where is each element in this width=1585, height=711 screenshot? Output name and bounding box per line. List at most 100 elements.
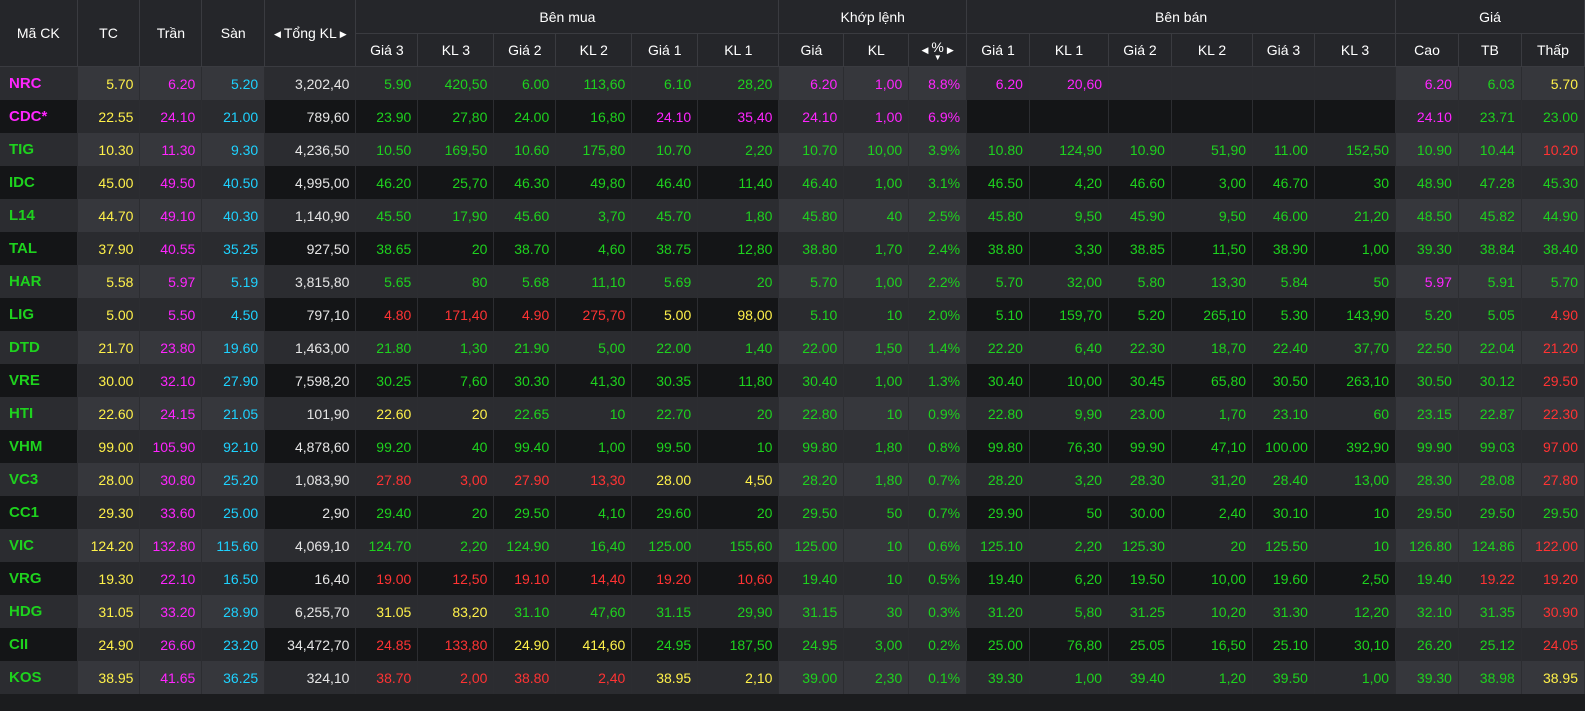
buy-vol-2-cell: 11,10 xyxy=(555,265,633,298)
floor-price-cell: 25.20 xyxy=(201,463,266,496)
table-row[interactable]: VRE 30.00 32.10 27.90 7,598,20 30.25 7,60 30.30… xyxy=(0,364,1585,397)
sort-desc-icon[interactable]: ▼ xyxy=(931,54,943,62)
col-header-price-0[interactable]: Cao xyxy=(1395,33,1459,67)
symbol-cell[interactable]: VRE xyxy=(0,364,78,397)
sell-price-2-cell: 25.05 xyxy=(1108,628,1172,661)
buy-price-1-cell: 38.75 xyxy=(631,232,699,265)
col-header-symbol[interactable]: Mã CK xyxy=(0,0,78,67)
total-vol-cell: 1,140,90 xyxy=(264,199,357,232)
col-header-match-1[interactable]: KL xyxy=(843,33,910,67)
total-vol-cell: 7,598,20 xyxy=(264,364,357,397)
sell-vol-1-cell: 32,00 xyxy=(1029,265,1110,298)
col-header-sell-3[interactable]: KL 2 xyxy=(1171,33,1254,67)
col-header-buy-0[interactable]: Giá 3 xyxy=(355,33,419,67)
table-row[interactable]: HDG 31.05 33.20 28.90 6,255,70 31.05 83,20 31.1… xyxy=(0,595,1585,628)
col-header-sell-5[interactable]: KL 3 xyxy=(1314,33,1397,67)
buy-price-3-cell: 21.80 xyxy=(355,331,419,364)
col-header-ref[interactable]: TC xyxy=(77,0,141,67)
ceil-price-cell: 41.65 xyxy=(139,661,203,694)
symbol-cell[interactable]: TIG xyxy=(0,133,78,166)
symbol-cell[interactable]: NRC xyxy=(0,66,78,100)
symbol-cell[interactable]: HAR xyxy=(0,265,78,298)
table-row[interactable]: HAR 5.58 5.97 5.19 3,815,80 5.65 80 5.68 11,10 5.… xyxy=(0,265,1585,298)
col-header-sell-2[interactable]: Giá 2 xyxy=(1108,33,1172,67)
high-price-cell: 24.10 xyxy=(1395,100,1459,133)
buy-price-2-cell: 6.00 xyxy=(493,66,557,100)
symbol-cell[interactable]: VRG xyxy=(0,562,78,595)
col-header-sell-1[interactable]: KL 1 xyxy=(1029,33,1110,67)
col-header-floor[interactable]: Sàn xyxy=(201,0,266,67)
avg-price-cell: 47.28 xyxy=(1458,166,1522,199)
col-header-price-1[interactable]: TB xyxy=(1458,33,1522,67)
table-row[interactable]: VHM 99.00 105.90 92.10 4,878,60 99.20 40 99.40 1… xyxy=(0,430,1585,463)
table-row[interactable]: VRG 19.30 22.10 16.50 16,40 19.00 12,50 19.10 14… xyxy=(0,562,1585,595)
match-vol-cell: 1,00 xyxy=(843,364,910,397)
table-row[interactable]: TAL 37.90 40.55 35.25 927,50 38.65 20 38.70 4,60… xyxy=(0,232,1585,265)
table-row[interactable]: NRC 5.70 6.20 5.20 3,202,40 5.90 420,50 6.00 113… xyxy=(0,66,1585,100)
table-row[interactable]: DTD 21.70 23.80 19.60 1,463,00 21.80 1,30 21.90… xyxy=(0,331,1585,364)
symbol-cell[interactable]: LIG xyxy=(0,298,78,331)
table-row[interactable]: HTI 22.60 24.15 21.05 101,90 22.60 20 22.65 10 22… xyxy=(0,397,1585,430)
buy-price-3-cell: 45.50 xyxy=(355,199,419,232)
table-row[interactable]: VC3 28.00 30.80 25.20 1,083,90 27.80 3,00 27.90… xyxy=(0,463,1585,496)
high-price-cell: 30.50 xyxy=(1395,364,1459,397)
symbol-cell[interactable]: HTI xyxy=(0,397,78,430)
symbol-cell[interactable]: HDG xyxy=(0,595,78,628)
col-header-sell-4[interactable]: Giá 3 xyxy=(1252,33,1315,67)
col-header-buy-5[interactable]: KL 1 xyxy=(697,33,780,67)
buy-vol-2-cell: 4,60 xyxy=(555,232,633,265)
col-header-ceil[interactable]: Trần xyxy=(139,0,203,67)
pct-left-icon[interactable]: ◀ xyxy=(919,45,932,56)
symbol-cell[interactable]: L14 xyxy=(0,199,78,232)
match-price-cell: 10.70 xyxy=(778,133,845,166)
total-vol-cell: 16,40 xyxy=(264,562,357,595)
col-header-buy-1[interactable]: KL 3 xyxy=(417,33,495,67)
table-row[interactable]: LIG 5.00 5.50 4.50 797,10 4.80 171,40 4.90 275,7… xyxy=(0,298,1585,331)
table-row[interactable]: L14 44.70 49.10 40.30 1,140,90 45.50 17,90 45.6… xyxy=(0,199,1585,232)
buy-vol-3-cell: 2,20 xyxy=(417,529,495,562)
table-row[interactable]: CDC* 22.55 24.10 21.00 789,60 23.90 27,80 24.00… xyxy=(0,100,1585,133)
ceil-price-cell: 132.80 xyxy=(139,529,203,562)
total-vol-cell: 324,10 xyxy=(264,661,357,694)
buy-vol-1-cell: 11,80 xyxy=(697,364,780,397)
ref-price-cell: 99.00 xyxy=(77,430,141,463)
symbol-cell[interactable]: TAL xyxy=(0,232,78,265)
symbol-cell[interactable]: VC3 xyxy=(0,463,78,496)
table-row[interactable]: VIC 124.20 132.80 115.60 4,069,10 124.70 2,20 1… xyxy=(0,529,1585,562)
scroll-right-icon[interactable]: ▶ xyxy=(337,29,350,40)
sell-vol-2-cell: 1,70 xyxy=(1171,397,1254,430)
buy-vol-1-cell: 20 xyxy=(697,265,780,298)
col-header-buy-3[interactable]: KL 2 xyxy=(555,33,633,67)
col-header-sell-0[interactable]: Giá 1 xyxy=(966,33,1030,67)
col-header-total-vol[interactable]: ◀ Tổng KL ▶ xyxy=(264,0,357,67)
buy-vol-3-cell: 420,50 xyxy=(417,66,495,100)
symbol-cell[interactable]: VIC xyxy=(0,529,78,562)
col-header-match-0[interactable]: Giá xyxy=(778,33,845,67)
pct-right-icon[interactable]: ▶ xyxy=(944,45,957,56)
sell-vol-2-cell: 16,50 xyxy=(1171,628,1254,661)
scroll-left-icon[interactable]: ◀ xyxy=(271,29,284,40)
sell-vol-2-cell: 47,10 xyxy=(1171,430,1254,463)
symbol-cell[interactable]: CII xyxy=(0,628,78,661)
symbol-cell[interactable]: KOS xyxy=(0,661,78,694)
table-row[interactable]: CC1 29.30 33.60 25.00 2,90 29.40 20 29.50 4,10 29… xyxy=(0,496,1585,529)
symbol-cell[interactable]: IDC xyxy=(0,166,78,199)
symbol-cell[interactable]: DTD xyxy=(0,331,78,364)
sell-price-1-cell: 99.80 xyxy=(966,430,1030,463)
sell-vol-3-cell: 152,50 xyxy=(1314,133,1397,166)
col-header-buy-4[interactable]: Giá 1 xyxy=(631,33,699,67)
symbol-cell[interactable]: VHM xyxy=(0,430,78,463)
low-price-cell: 5.70 xyxy=(1521,265,1585,298)
col-header-match-2[interactable]: ◀% ▼ ▶ xyxy=(908,33,968,67)
col-header-buy-2[interactable]: Giá 2 xyxy=(493,33,557,67)
table-row[interactable]: TIG 10.30 11.30 9.30 4,236,50 10.50 169,50 10.6… xyxy=(0,133,1585,166)
table-row[interactable]: CII 24.90 26.60 23.20 34,472,70 24.85 133,80 24… xyxy=(0,628,1585,661)
table-row[interactable]: KOS 38.95 41.65 36.25 324,10 38.70 2,00 38.80 2,… xyxy=(0,661,1585,694)
col-header-price-2[interactable]: Thấp xyxy=(1521,33,1585,67)
match-price-cell: 45.80 xyxy=(778,199,845,232)
sell-price-1-cell: 125.10 xyxy=(966,529,1030,562)
symbol-cell[interactable]: CDC* xyxy=(0,100,78,133)
symbol-cell[interactable]: CC1 xyxy=(0,496,78,529)
buy-price-1-cell: 29.60 xyxy=(631,496,699,529)
table-row[interactable]: IDC 45.00 49.50 40.50 4,995,00 46.20 25,70 46.3… xyxy=(0,166,1585,199)
